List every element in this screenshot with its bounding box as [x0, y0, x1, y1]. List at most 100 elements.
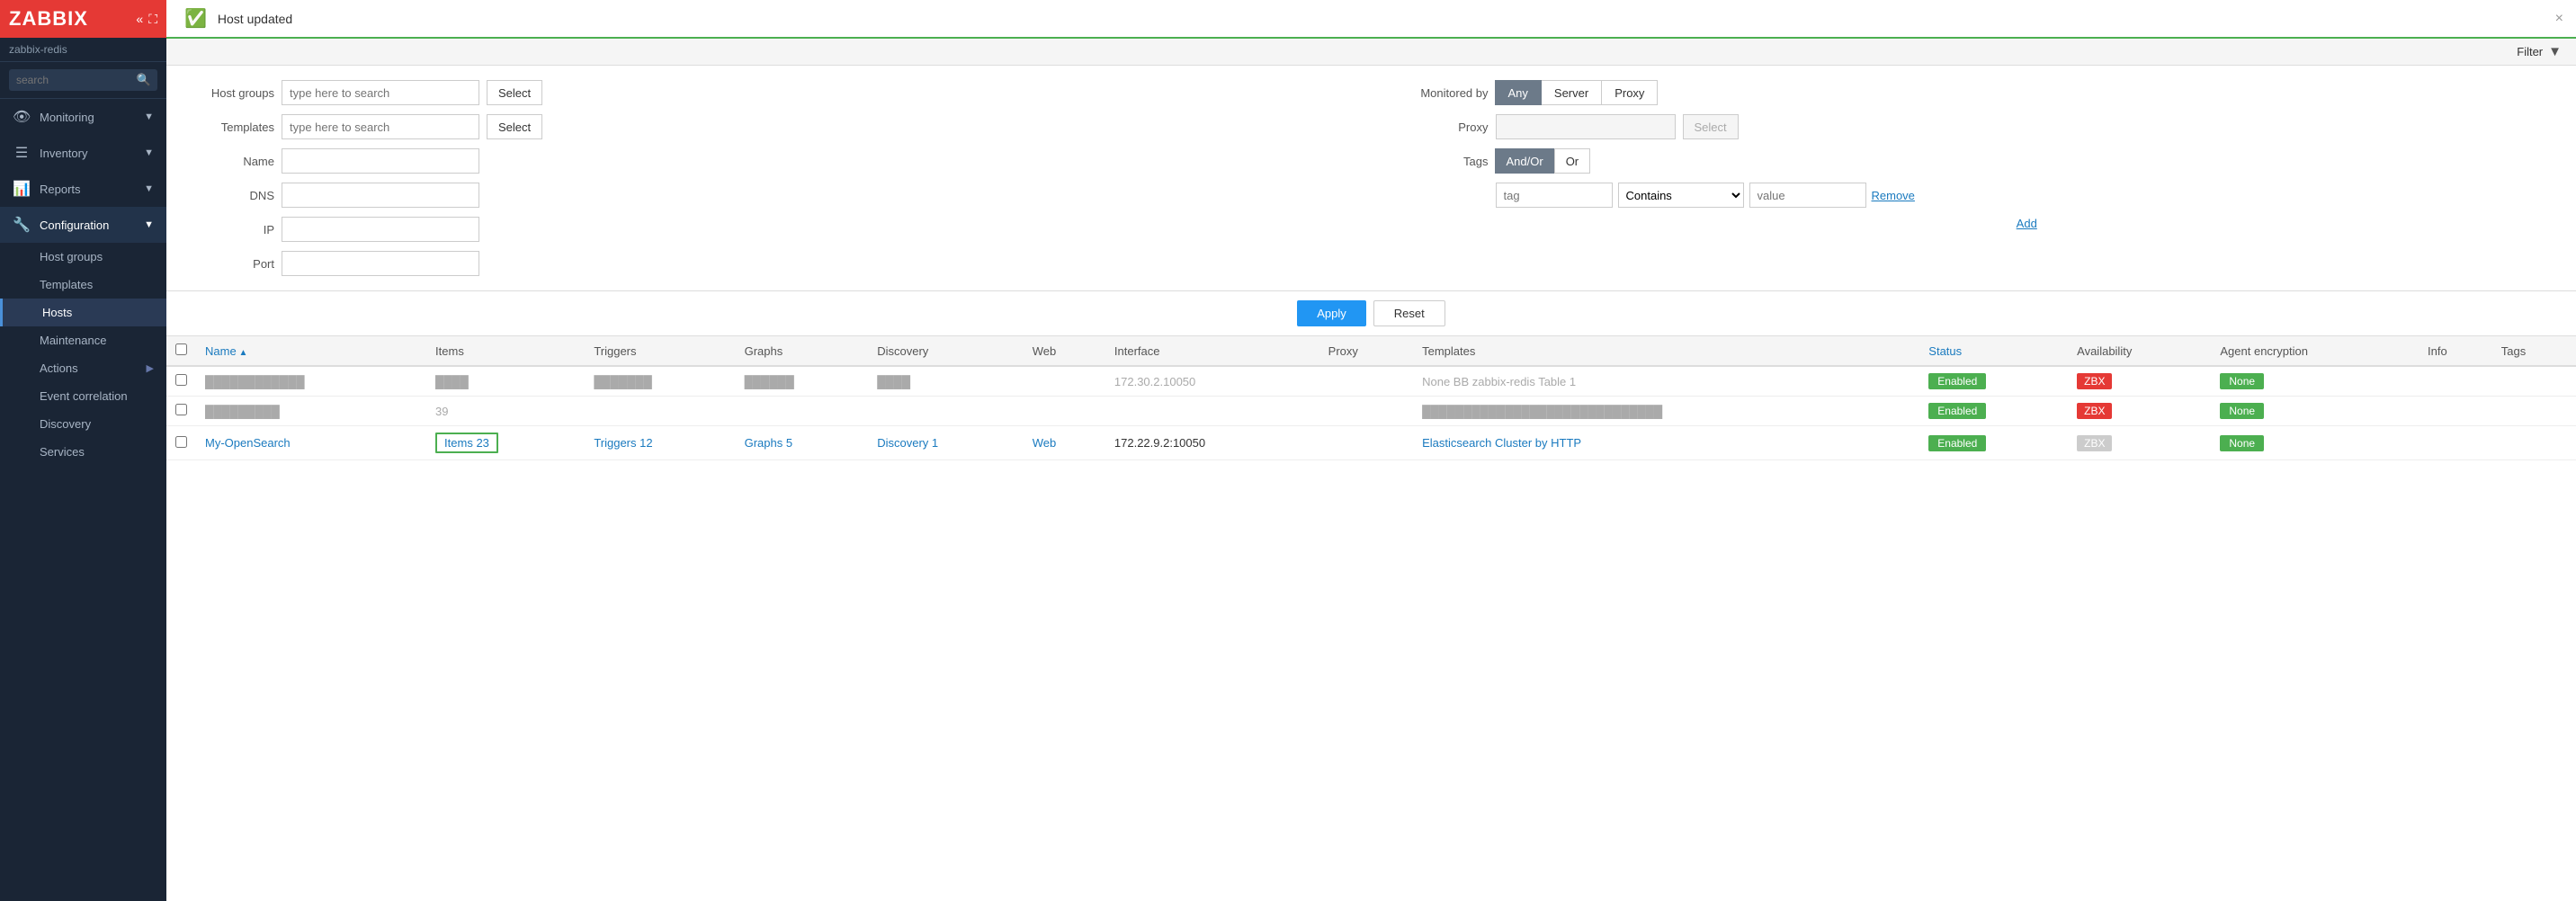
row2-name: █████████ — [196, 397, 426, 426]
services-label: Services — [40, 445, 85, 459]
row1-triggers: ███████ — [585, 366, 735, 397]
sidebar-search-input[interactable] — [9, 69, 157, 91]
row3-templates: Elasticsearch Cluster by HTTP — [1413, 426, 1919, 460]
ip-row: IP — [184, 217, 1354, 242]
row3-items-badge[interactable]: Items 23 — [435, 433, 498, 453]
proxy-select-button[interactable]: Select — [1683, 114, 1739, 139]
row2-encryption: None — [2211, 397, 2419, 426]
main-content: ✅ Host updated × Filter ▼ Host groups Se… — [166, 0, 2576, 901]
row3-name-link[interactable]: My-OpenSearch — [205, 436, 291, 450]
status-col-header[interactable]: Status — [1919, 336, 2068, 366]
apply-button[interactable]: Apply — [1297, 300, 1366, 326]
row3-triggers-link[interactable]: Triggers 12 — [594, 436, 652, 450]
sidebar-item-reports-label: Reports — [40, 183, 81, 196]
row1-proxy — [1319, 366, 1413, 397]
collapse-button[interactable]: « — [136, 12, 143, 27]
row2-checkbox[interactable] — [175, 404, 187, 415]
host-groups-row: Host groups Select — [184, 80, 1354, 105]
monitoring-icon: 👁 — [13, 108, 31, 126]
row1-graphs: ██████ — [736, 366, 869, 397]
event-correlation-label: Event correlation — [40, 389, 128, 403]
tags-andor-button[interactable]: And/Or — [1495, 148, 1555, 174]
row3-web-link[interactable]: Web — [1033, 436, 1057, 450]
templates-row: Templates Select — [184, 114, 1354, 139]
name-input[interactable] — [282, 148, 479, 174]
sidebar-logo: ZABBIX — [9, 7, 88, 31]
remove-tag-button[interactable]: Remove — [1872, 189, 1915, 202]
host-groups-select-button[interactable]: Select — [487, 80, 542, 105]
tag-condition-select[interactable]: Contains Equals Does not contain Does no… — [1618, 183, 1744, 208]
sidebar-item-reports[interactable]: 📊 Reports ▼ — [0, 171, 166, 207]
proxy-label-text: Proxy — [1390, 120, 1489, 134]
reset-button[interactable]: Reset — [1373, 300, 1445, 326]
row2-interface — [1105, 397, 1319, 426]
monitored-by-proxy-button[interactable]: Proxy — [1601, 80, 1658, 105]
row1-web — [1024, 366, 1105, 397]
sidebar-item-host-groups[interactable]: Host groups — [0, 243, 166, 271]
monitored-by-any-button[interactable]: Any — [1495, 80, 1542, 105]
row2-proxy — [1319, 397, 1413, 426]
row2-tags — [2492, 397, 2576, 426]
tag-name-input[interactable] — [1496, 183, 1613, 208]
row3-templates-link[interactable]: Elasticsearch Cluster by HTTP — [1422, 436, 1581, 450]
row3-graphs: Graphs 5 — [736, 426, 869, 460]
host-groups-input[interactable] — [282, 80, 479, 105]
sidebar-item-inventory[interactable]: ☰ Inventory ▼ — [0, 135, 166, 171]
row2-availability: ZBX — [2068, 397, 2211, 426]
name-col-header[interactable]: Name — [196, 336, 426, 366]
templates-select-button[interactable]: Select — [487, 114, 542, 139]
row3-checkbox[interactable] — [175, 436, 187, 448]
sidebar-item-actions[interactable]: Actions ▶ — [0, 354, 166, 382]
row3-graphs-link[interactable]: Graphs 5 — [745, 436, 792, 450]
row3-items-link[interactable]: Items 23 — [444, 436, 489, 450]
sidebar-item-discovery[interactable]: Discovery — [0, 410, 166, 438]
row3-name: My-OpenSearch — [196, 426, 426, 460]
row1-interface: 172.30.2.10050 — [1105, 366, 1319, 397]
row3-interface: 172.22.9.2:10050 — [1105, 426, 1319, 460]
ip-input[interactable] — [282, 217, 479, 242]
sidebar-item-monitoring-label: Monitoring — [40, 111, 94, 124]
triggers-col-header: Triggers — [585, 336, 735, 366]
add-tag-button[interactable]: Add — [1390, 217, 2559, 230]
dns-input[interactable] — [282, 183, 479, 208]
table-row: █████████ 39 ███████████████████████████… — [166, 397, 2576, 426]
fullscreen-button[interactable]: ⛶ — [148, 12, 157, 27]
filter-bar: Filter ▼ — [166, 39, 2576, 66]
filter-icon: ▼ — [2548, 44, 2562, 59]
table-header: Name Items Triggers Graphs Discovery Web… — [166, 336, 2576, 366]
row2-check — [166, 397, 196, 426]
sidebar-item-services[interactable]: Services — [0, 438, 166, 466]
row2-items-link[interactable]: 39 — [435, 405, 448, 418]
monitored-by-server-button[interactable]: Server — [1541, 80, 1602, 105]
port-input[interactable] — [282, 251, 479, 276]
reports-icon: 📊 — [13, 180, 31, 198]
proxy-input — [1496, 114, 1676, 139]
templates-input[interactable] — [282, 114, 479, 139]
sidebar-item-monitoring[interactable]: 👁 Monitoring ▼ — [0, 99, 166, 135]
tags-inputs-row: Contains Equals Does not contain Does no… — [1390, 183, 2559, 208]
row3-check — [166, 426, 196, 460]
sidebar-item-hosts[interactable]: Hosts — [0, 299, 166, 326]
row3-proxy — [1319, 426, 1413, 460]
agent-encryption-col-header: Agent encryption — [2211, 336, 2419, 366]
monitored-by-label-text: Monitored by — [1390, 86, 1489, 100]
tag-value-input[interactable] — [1749, 183, 1866, 208]
sidebar-item-configuration[interactable]: 🔧 Configuration ▼ — [0, 207, 166, 243]
notification-text: Host updated — [218, 12, 292, 26]
sidebar-item-maintenance[interactable]: Maintenance — [0, 326, 166, 354]
select-all-checkbox[interactable] — [175, 343, 187, 355]
notification-close-button[interactable]: × — [2555, 11, 2563, 27]
sidebar-username: zabbix-redis — [0, 38, 166, 62]
row1-checkbox[interactable] — [175, 374, 187, 386]
ip-label-text: IP — [184, 223, 274, 236]
sidebar-item-templates[interactable]: Templates — [0, 271, 166, 299]
row2-web — [1024, 397, 1105, 426]
sidebar-item-event-correlation[interactable]: Event correlation — [0, 382, 166, 410]
port-label-text: Port — [184, 257, 274, 271]
host-groups-label: Host groups — [40, 250, 103, 263]
filter-right-col: Monitored by Any Server Proxy Proxy Sele… — [1390, 80, 2559, 276]
tags-or-button[interactable]: Or — [1554, 148, 1590, 174]
info-col-header: Info — [2419, 336, 2492, 366]
row3-discovery-link[interactable]: Discovery 1 — [877, 436, 938, 450]
sidebar-item-configuration-label: Configuration — [40, 219, 109, 232]
